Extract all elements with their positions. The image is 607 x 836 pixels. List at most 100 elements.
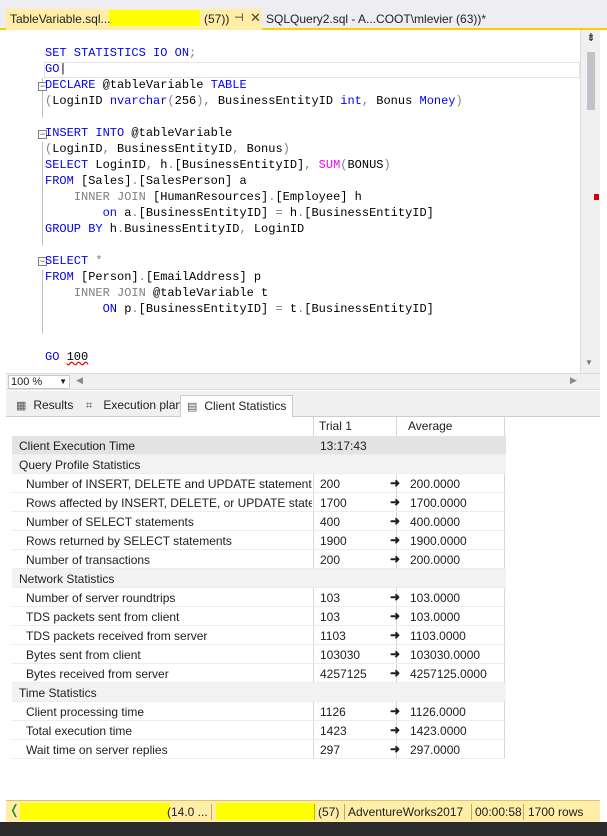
zoom-value: 100 % (11, 376, 43, 388)
code-line[interactable] (45, 237, 463, 253)
code-token: h (102, 222, 118, 236)
code-token: Bonus (239, 142, 283, 156)
tab-results[interactable]: ▦ Results (14, 395, 73, 417)
section-row[interactable]: Network Statistics (12, 569, 506, 588)
code-token: h (282, 206, 298, 220)
section-row[interactable]: Time Statistics (12, 683, 506, 702)
scroll-right-icon[interactable]: ▶ (570, 375, 577, 386)
code-line[interactable]: SET STATISTICS IO ON; (45, 45, 463, 61)
code-token: TABLE (210, 78, 247, 92)
stat-row[interactable]: Rows affected by INSERT, DELETE, or UPDA… (12, 493, 506, 512)
zoom-select[interactable]: 100 % ▼ (8, 375, 70, 389)
section-row[interactable]: Query Profile Statistics (12, 455, 506, 474)
trial-value: 103 (320, 610, 341, 624)
redaction-highlight (109, 10, 200, 26)
code-line[interactable]: INSERT INTO @tableVariable (45, 125, 463, 141)
code-token: LoginID (88, 158, 146, 172)
stat-row[interactable]: Client Execution Time 13:17:43 (12, 436, 506, 455)
fold-guide (42, 142, 43, 246)
stat-row[interactable]: Bytes sent from client 103030 ➜ 103030.0000 (12, 645, 506, 664)
code-token: [Employee] h (275, 190, 362, 204)
code-token: BusinessEntityID (124, 222, 240, 236)
stat-row[interactable]: Number of server roundtrips 103 ➜ 103.0000 (12, 588, 506, 607)
code-line[interactable]: FROM [Sales].[SalesPerson] a (45, 173, 463, 189)
code-token: 256 (174, 94, 197, 108)
code-line[interactable]: (LoginID, BusinessEntityID, Bonus) (45, 141, 463, 157)
status-divider (471, 804, 472, 820)
fold-guide (42, 270, 43, 334)
stat-row[interactable]: Number of INSERT, DELETE and UPDATE stat… (12, 474, 506, 493)
tab-execution-plan-label: Execution plan (103, 398, 183, 412)
stat-row[interactable]: Number of transactions 200 ➜ 200.0000 (12, 550, 506, 569)
code-token: BusinessEntityID (109, 142, 233, 156)
code-token: Money (419, 94, 456, 108)
tab-tablevariable[interactable]: TableVariable.sql... (57)) ⊣ ✕ (6, 9, 262, 30)
document-tab-bar: TableVariable.sql... (57)) ⊣ ✕ SQLQuery2… (0, 0, 607, 30)
close-icon[interactable]: ✕ (250, 10, 261, 26)
query-editor[interactable]: − − − SET STATISTICS IO ON; GO| DECLARE @t… (6, 30, 580, 373)
trial-value: 297 (320, 743, 341, 757)
scroll-down-icon[interactable]: ▼ (585, 358, 593, 367)
code-line[interactable]: INNER JOIN [HumanResources].[Employee] h (45, 189, 463, 205)
arrow-right-icon: ➜ (390, 476, 401, 490)
code-token: on (102, 206, 118, 220)
code-token: ) (455, 94, 463, 108)
status-bar: ❬ (14.0 ... (57) AdventureWorks2017 00:0… (6, 800, 600, 822)
code-line[interactable] (45, 317, 463, 333)
code-line[interactable]: (LoginID nvarchar(256), BusinessEntityID… (45, 93, 463, 109)
scroll-left-icon[interactable]: ◀ (76, 375, 83, 386)
average-value: 1103.0000 (410, 629, 466, 643)
stat-row[interactable]: TDS packets received from server 1103 ➜ 110… (12, 626, 506, 645)
code-line[interactable]: GROUP BY h.BusinessEntityID, LoginID (45, 221, 463, 237)
arrow-right-icon: ➜ (390, 647, 401, 661)
code-line[interactable]: GO| (45, 61, 463, 77)
average-value: 1126.0000 (410, 705, 466, 719)
tab-sqlquery2[interactable]: SQLQuery2.sql - A...COOT\mlevier (63))* (266, 12, 486, 26)
code-token: ) (383, 158, 391, 172)
code-token: , (145, 158, 154, 172)
stat-row[interactable]: Number of SELECT statements 400 ➜ 400.0000 (12, 512, 506, 531)
stat-label: Bytes received from server (26, 667, 169, 681)
code-token: , (361, 94, 370, 108)
code-line[interactable] (45, 109, 463, 125)
stat-row[interactable]: Client processing time 1126 ➜ 1126.0000 (12, 702, 506, 721)
code-line[interactable]: DECLARE @tableVariable TABLE (45, 77, 463, 93)
code-token: [Sales] (73, 174, 132, 188)
code-line[interactable] (45, 333, 463, 349)
stat-label: Wait time on server replies (26, 743, 168, 757)
stat-row[interactable]: TDS packets sent from client 103 ➜ 103.0000 (12, 607, 506, 626)
sql-code[interactable]: SET STATISTICS IO ON; GO| DECLARE @tableVa… (45, 45, 463, 365)
split-icon[interactable]: ⇟ (584, 32, 598, 44)
status-divider (211, 804, 212, 820)
stat-row[interactable]: Total execution time 1423 ➜ 1423.0000 (12, 721, 506, 740)
code-line[interactable]: GO 100 (45, 349, 463, 365)
code-token: . (131, 206, 139, 220)
editor-vertical-scrollbar[interactable]: ⇟ ▼ (580, 30, 600, 373)
stat-row[interactable]: Bytes received from server 4257125 ➜ 425712… (12, 664, 506, 683)
code-token: @tableVariable (124, 126, 233, 140)
code-line[interactable]: FROM [Person].[EmailAddress] p (45, 269, 463, 285)
code-line[interactable]: INNER JOIN @tableVariable t (45, 285, 463, 301)
tab-execution-plan[interactable]: ⌗ Execution plan (84, 395, 182, 417)
code-token: = (275, 302, 283, 316)
code-line[interactable]: ON p.[BusinessEntityID] = t.[BusinessEnt… (45, 301, 463, 317)
column-header-trial: Trial 1 (319, 419, 352, 433)
code-line[interactable]: SELECT LoginID, h.[BusinessEntityID], SU… (45, 157, 463, 173)
code-token: Bonus (369, 94, 420, 108)
stat-row[interactable]: Rows returned by SELECT statements 1900 ➜ 1… (12, 531, 506, 550)
tab-client-statistics[interactable]: ▤ Client Statistics (180, 395, 294, 417)
arrow-right-icon: ➜ (390, 609, 401, 623)
pin-icon[interactable]: ⊣ (234, 11, 244, 24)
code-line[interactable]: on a.[BusinessEntityID] = h.[BusinessEnt… (45, 205, 463, 221)
scrollbar-thumb[interactable] (587, 52, 595, 110)
code-token: INNER JOIN (73, 286, 146, 300)
stat-label: Total execution time (26, 724, 133, 738)
code-token: DECLARE (45, 78, 96, 92)
stat-row[interactable]: Wait time on server replies 297 ➜ 297.0000 (12, 740, 506, 759)
average-value: 103.0000 (410, 610, 461, 624)
arrow-right-icon: ➜ (390, 514, 401, 528)
code-line[interactable]: SELECT * (45, 253, 463, 269)
trial-value: 1423 (320, 724, 347, 738)
editor-zoom-bar: 100 % ▼ ◀ ▶ (6, 373, 600, 390)
